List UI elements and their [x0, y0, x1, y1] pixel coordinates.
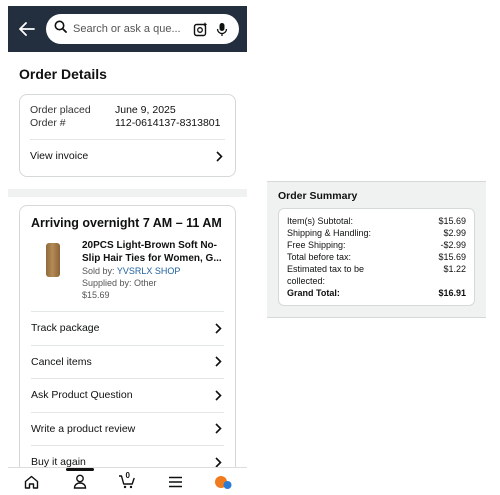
alexa-icon[interactable]	[211, 470, 235, 494]
menu-icon[interactable]	[163, 470, 187, 494]
summary-value: -$2.99	[440, 240, 466, 250]
sold-by-line: Sold by: YVSRLX SHOP	[82, 265, 224, 277]
bottom-nav: 0	[8, 467, 247, 495]
mobile-order-panel: Search or ask a que... Order Details Ord…	[8, 6, 247, 495]
order-summary-card: Item(s) Subtotal: $15.69 Shipping & Hand…	[278, 208, 475, 306]
ask-product-question-button[interactable]: Ask Product Question	[31, 378, 224, 412]
summary-label: Shipping & Handling:	[287, 228, 372, 238]
summary-row-grand-total: Grand Total: $16.91	[287, 287, 466, 299]
chevron-right-icon	[212, 322, 224, 334]
view-invoice-link[interactable]: View invoice	[30, 139, 225, 172]
summary-label: Estimated tax to be collected:	[287, 264, 365, 286]
grand-total-label: Grand Total:	[287, 288, 340, 298]
cancel-items-button[interactable]: Cancel items	[31, 344, 224, 379]
summary-label: Free Shipping:	[287, 240, 346, 250]
grand-total-value: $16.91	[438, 288, 466, 298]
account-icon[interactable]	[68, 470, 92, 494]
camera-icon[interactable]	[191, 20, 209, 38]
page-title: Order Details	[19, 66, 107, 82]
view-invoice-label: View invoice	[30, 150, 89, 162]
summary-row-free-shipping: Free Shipping: -$2.99	[287, 239, 466, 251]
search-bar[interactable]: Search or ask a que...	[46, 14, 239, 44]
chevron-right-icon	[213, 150, 225, 162]
summary-label: Item(s) Subtotal:	[287, 216, 354, 226]
seller-link[interactable]: YVSRLX SHOP	[117, 266, 181, 276]
action-label: Ask Product Question	[31, 389, 133, 402]
section-divider	[8, 189, 247, 197]
track-package-button[interactable]: Track package	[31, 311, 224, 345]
order-summary-panel: Order Summary Item(s) Subtotal: $15.69 S…	[267, 181, 486, 318]
summary-row-shipping: Shipping & Handling: $2.99	[287, 227, 466, 239]
sold-by-label: Sold by:	[82, 266, 117, 276]
action-label: Cancel items	[31, 355, 92, 368]
summary-row-subtotal: Item(s) Subtotal: $15.69	[287, 215, 466, 227]
summary-row-before-tax: Total before tax: $15.69	[287, 251, 466, 263]
item-info: 20PCS Light-Brown Soft No-Slip Hair Ties…	[82, 240, 224, 301]
action-label: Write a product review	[31, 422, 136, 435]
back-arrow-icon[interactable]	[14, 16, 40, 42]
search-icon	[54, 20, 67, 38]
shipment-card: Arriving overnight 7 AM – 11 AM 20PCS Li…	[19, 205, 236, 479]
top-bar: Search or ask a que...	[8, 6, 247, 52]
summary-row-tax: Estimated tax to be collected: $1.22	[287, 263, 466, 287]
summary-label: Total before tax:	[287, 252, 352, 262]
order-item[interactable]: 20PCS Light-Brown Soft No-Slip Hair Ties…	[31, 240, 224, 301]
order-placed-label: Order placed	[30, 104, 91, 116]
order-placed-value: June 9, 2025	[115, 104, 176, 116]
order-info-card: Order placed June 9, 2025 Order # 112-06…	[19, 94, 236, 177]
summary-value: $2.99	[443, 228, 466, 238]
search-input[interactable]: Search or ask a que...	[73, 23, 187, 35]
order-number-value: 112-0614137-8313801	[115, 117, 221, 129]
cart-icon[interactable]: 0	[115, 470, 139, 494]
microphone-icon[interactable]	[213, 20, 231, 38]
summary-value: $1.22	[443, 264, 466, 274]
shipment-section: Arriving overnight 7 AM – 11 AM 20PCS Li…	[8, 197, 247, 479]
item-price: $15.69	[82, 290, 110, 300]
chevron-right-icon	[212, 389, 224, 401]
order-summary-title: Order Summary	[278, 190, 358, 202]
order-number-row: Order # 112-0614137-8313801	[30, 117, 225, 130]
order-details-section: Order Details Order placed June 9, 2025 …	[8, 52, 247, 189]
order-placed-row: Order placed June 9, 2025	[30, 104, 225, 117]
action-label: Track package	[31, 322, 100, 335]
home-icon[interactable]	[20, 470, 44, 494]
order-number-label: Order #	[30, 117, 66, 129]
product-image[interactable]	[31, 240, 75, 280]
write-review-button[interactable]: Write a product review	[31, 411, 224, 446]
product-title[interactable]: 20PCS Light-Brown Soft No-Slip Hair Ties…	[82, 240, 224, 265]
hair-ties-image	[46, 243, 60, 277]
summary-value: $15.69	[438, 216, 466, 226]
cart-count: 0	[125, 470, 130, 480]
page: Search or ask a que... Order Details Ord…	[0, 0, 500, 495]
chevron-right-icon	[212, 356, 224, 368]
supplied-by: Supplied by: Other	[82, 278, 157, 288]
summary-value: $15.69	[438, 252, 466, 262]
chevron-right-icon	[212, 423, 224, 435]
delivery-heading: Arriving overnight 7 AM – 11 AM	[31, 216, 222, 230]
